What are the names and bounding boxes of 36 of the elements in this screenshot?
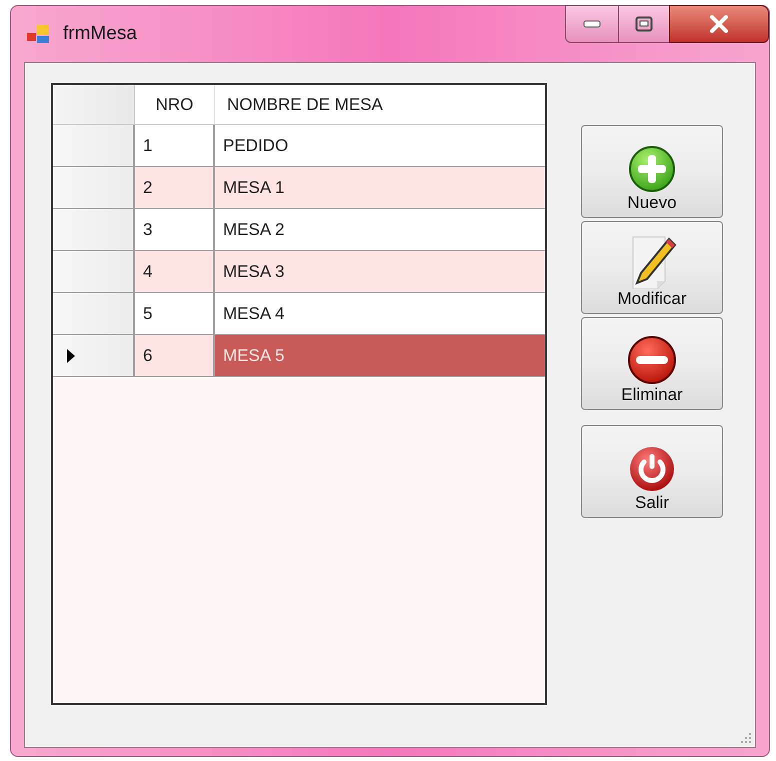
table-cell: MESA 3 bbox=[215, 251, 545, 292]
row-header[interactable] bbox=[53, 251, 135, 292]
toolbar-button[interactable]: Nuevo bbox=[581, 125, 723, 218]
power-icon bbox=[628, 445, 676, 493]
table-cell: MESA 1 bbox=[215, 167, 545, 208]
table-cell: MESA 5 bbox=[215, 335, 545, 376]
current-row-icon bbox=[67, 348, 75, 362]
row-header[interactable] bbox=[53, 167, 135, 208]
resize-grip-icon bbox=[740, 732, 752, 744]
table-cell: PEDIDO bbox=[215, 125, 545, 166]
toolbar-button[interactable]: Salir bbox=[581, 425, 723, 518]
window-title: frmMesa bbox=[63, 22, 137, 46]
row-header[interactable] bbox=[53, 125, 135, 166]
row-header[interactable] bbox=[53, 293, 135, 334]
minimize-button[interactable] bbox=[565, 5, 619, 43]
table-cell: MESA 4 bbox=[215, 293, 545, 334]
table-cell: 1 bbox=[135, 125, 215, 166]
maximize-button[interactable] bbox=[619, 5, 669, 43]
table-cell: 6 bbox=[135, 335, 215, 376]
close-button[interactable] bbox=[669, 5, 769, 43]
column-header[interactable]: NRO bbox=[135, 85, 215, 124]
table-cell: 5 bbox=[135, 293, 215, 334]
plus-icon bbox=[628, 145, 676, 193]
table-cell: 4 bbox=[135, 251, 215, 292]
column-header[interactable]: NOMBRE DE MESA bbox=[215, 85, 545, 124]
minus-icon bbox=[627, 335, 677, 385]
maximize-icon bbox=[635, 16, 653, 32]
toolbar-button[interactable]: Eliminar bbox=[581, 317, 723, 410]
row-header[interactable] bbox=[53, 209, 135, 250]
table-cell: 2 bbox=[135, 167, 215, 208]
minimize-icon bbox=[583, 20, 601, 28]
close-icon bbox=[709, 15, 729, 33]
table-cell: 3 bbox=[135, 209, 215, 250]
toolbar-button[interactable]: Modificar bbox=[581, 221, 723, 314]
row-header[interactable] bbox=[53, 335, 135, 376]
table-cell: MESA 2 bbox=[215, 209, 545, 250]
